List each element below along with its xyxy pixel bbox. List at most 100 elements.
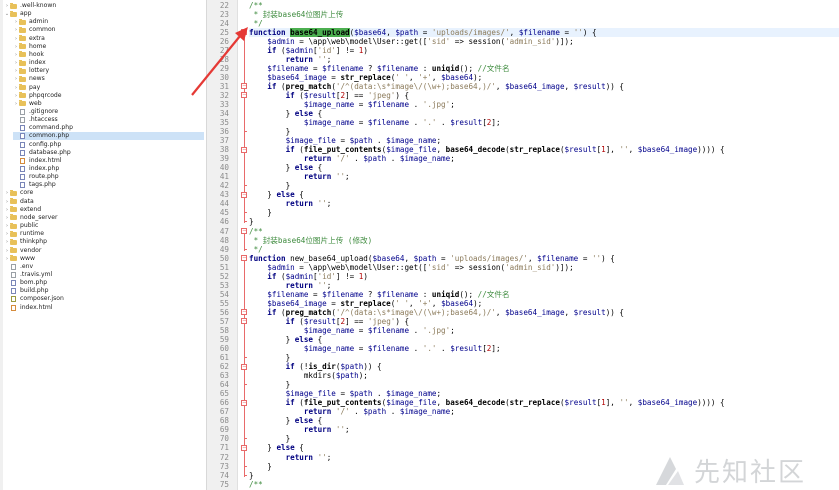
code-line[interactable]: $image_file = $path . $image_name; xyxy=(249,136,839,145)
tree-folder[interactable]: › vendor xyxy=(4,247,204,255)
tree-file[interactable]: .travis.yml xyxy=(4,271,204,279)
tree-folder[interactable]: › public xyxy=(4,222,204,230)
fold-toggle-icon[interactable]: − xyxy=(241,228,247,234)
code-line[interactable]: return '/' . $path . $image_name; xyxy=(249,407,839,416)
code-line[interactable]: if ($admin['id'] != 1) xyxy=(249,46,839,55)
code-line[interactable]: /** xyxy=(249,227,839,236)
code-line[interactable]: } else { xyxy=(249,163,839,172)
tree-folder[interactable]: › pay xyxy=(13,84,204,92)
code-line[interactable]: function new_base64_upload($base64, $pat… xyxy=(249,254,839,263)
code-line[interactable]: $filename = $filename ? $filename : uniq… xyxy=(249,64,839,73)
code-line[interactable]: */ xyxy=(249,19,839,28)
tree-file[interactable]: database.php xyxy=(13,149,204,157)
tree-file[interactable]: .htaccess xyxy=(13,116,204,124)
tree-folder[interactable]: › home xyxy=(13,43,204,51)
fold-toggle-icon[interactable]: − xyxy=(241,191,247,198)
tree-file[interactable]: index.html xyxy=(4,304,204,312)
code-line[interactable]: if ($result[2] == 'jpeg') { xyxy=(249,317,839,326)
fold-toggle-icon[interactable]: − xyxy=(241,318,247,325)
tree-folder[interactable]: › hook xyxy=(13,51,204,59)
tree-folder[interactable]: › lottery xyxy=(13,67,204,75)
fold-toggle-icon[interactable]: − xyxy=(241,29,247,36)
tree-file[interactable]: common.php xyxy=(13,132,204,141)
tree-file[interactable]: route.php xyxy=(13,173,204,181)
tree-folder[interactable]: › news xyxy=(13,75,204,83)
code-line[interactable]: if (preg_match('/^(data:\s*image\/(\w+);… xyxy=(249,308,839,317)
code-line[interactable]: $image_name = $filename . '.' . $result[… xyxy=(249,118,839,127)
code-line[interactable]: * 封装base64位图片上传 xyxy=(249,10,839,19)
code-line[interactable]: $base64_image = str_replace(' ', '+', $b… xyxy=(249,299,839,308)
code-line[interactable]: if ($result[2] == 'jpeg') { xyxy=(249,91,839,100)
code-line[interactable]: if (file_put_contents($image_file, base6… xyxy=(249,398,839,407)
tree-folder[interactable]: › phpqrcode xyxy=(13,92,204,100)
tree-folder[interactable]: › data xyxy=(4,198,204,206)
tree-file[interactable]: composer.json xyxy=(4,295,204,303)
tree-file[interactable]: tags.php xyxy=(13,181,204,189)
code-line[interactable]: } xyxy=(249,434,839,443)
code-line[interactable]: if (preg_match('/^(data:\s*image\/(\w+);… xyxy=(249,82,839,91)
code-line[interactable]: } else { xyxy=(249,109,839,118)
tree-file[interactable]: command.php xyxy=(13,124,204,132)
code-line[interactable]: if ($admin['id'] != 1) xyxy=(249,272,839,281)
code-line[interactable]: $image_file = $path . $image_name; xyxy=(249,389,839,398)
code-line[interactable]: return ''; xyxy=(249,55,839,64)
code-line[interactable]: */ xyxy=(249,245,839,254)
code-line[interactable]: } xyxy=(249,353,839,362)
code-line[interactable]: return ''; xyxy=(249,425,839,434)
fold-toggle-icon[interactable]: − xyxy=(241,146,247,153)
code-line[interactable]: } xyxy=(249,181,839,190)
code-line[interactable]: $image_name = $filename . '.jpg'; xyxy=(249,326,839,335)
tree-folder[interactable]: › www xyxy=(4,255,204,263)
tree-folder[interactable]: ⌄ app xyxy=(4,10,204,18)
tree-file[interactable]: index.php xyxy=(13,165,204,173)
code-line[interactable]: } xyxy=(249,217,839,226)
tree-folder[interactable]: › thinkphp xyxy=(4,238,204,246)
tree-folder[interactable]: › node_server xyxy=(4,214,204,222)
code-line[interactable]: $base64_image = str_replace(' ', '+', $b… xyxy=(249,73,839,82)
tree-file[interactable]: build.php xyxy=(4,287,204,295)
code-line[interactable]: } xyxy=(249,127,839,136)
code-line[interactable]: * 封装base64位图片上传 (修改) xyxy=(249,236,839,245)
tree-folder[interactable]: › common xyxy=(13,26,204,34)
code-line[interactable]: } else { xyxy=(249,190,839,199)
code-line[interactable]: if (!is_dir($path)) { xyxy=(249,362,839,371)
code-line[interactable]: $filename = $filename ? $filename : uniq… xyxy=(249,290,839,299)
tree-folder[interactable]: › web xyxy=(13,100,204,108)
tree-folder[interactable]: › index xyxy=(13,59,204,67)
code-line[interactable]: } else { xyxy=(249,416,839,425)
code-editor[interactable]: /** * 封装base64位图片上传 */function base64_up… xyxy=(249,0,839,490)
code-line[interactable]: } xyxy=(249,208,839,217)
code-line[interactable]: function base64_upload($base64, $path = … xyxy=(249,27,839,37)
code-line[interactable]: return ''; xyxy=(249,281,839,290)
fold-toggle-icon[interactable]: − xyxy=(241,444,247,451)
tree-folder[interactable]: › .well-known xyxy=(4,2,204,10)
code-line[interactable]: if (file_put_contents($image_file, base6… xyxy=(249,145,839,154)
code-line[interactable]: $admin = \app\web\model\User::get(['sid'… xyxy=(249,263,839,272)
code-line[interactable]: $admin = \app\web\model\User::get(['sid'… xyxy=(249,37,839,46)
code-line[interactable]: return '/' . $path . $image_name; xyxy=(249,154,839,163)
fold-toggle-icon[interactable]: − xyxy=(241,309,247,316)
tree-file[interactable]: .env xyxy=(4,263,204,271)
tree-file[interactable]: index.html xyxy=(13,157,204,165)
code-line[interactable]: } else { xyxy=(249,335,839,344)
fold-toggle-icon[interactable]: − xyxy=(241,363,247,370)
code-line[interactable]: /** xyxy=(249,1,839,10)
code-line[interactable]: mkdirs($path); xyxy=(249,371,839,380)
tree-folder[interactable]: › extend xyxy=(4,206,204,214)
tree-file[interactable]: config.php xyxy=(13,141,204,149)
fold-toggle-icon[interactable]: − xyxy=(241,255,247,262)
code-line[interactable]: return ''; xyxy=(249,199,839,208)
tree-folder[interactable]: › extra xyxy=(13,35,204,43)
code-line[interactable]: return ''; xyxy=(249,172,839,181)
tree-folder[interactable]: › runtime xyxy=(4,230,204,238)
tree-folder[interactable]: › admin xyxy=(13,18,204,26)
tree-folder[interactable]: › core xyxy=(4,189,204,197)
fold-toggle-icon[interactable]: − xyxy=(241,399,247,406)
fold-toggle-icon[interactable]: − xyxy=(241,92,247,99)
code-line[interactable]: $image_name = $filename . '.jpg'; xyxy=(249,100,839,109)
tree-file[interactable]: .gitignore xyxy=(13,108,204,116)
code-line[interactable]: } xyxy=(249,380,839,389)
code-line[interactable]: $image_name = $filename . '.' . $result[… xyxy=(249,344,839,353)
fold-toggle-icon[interactable]: − xyxy=(241,83,247,90)
tree-file[interactable]: bom.php xyxy=(4,279,204,287)
